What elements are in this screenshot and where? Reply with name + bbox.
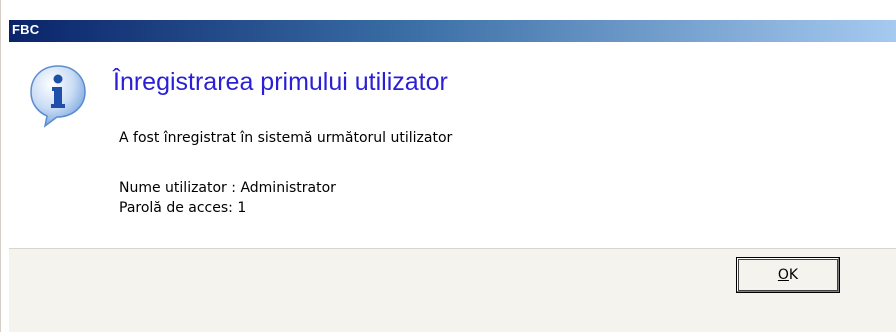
password-separator: : — [228, 200, 238, 216]
password-value: 1 — [237, 200, 247, 216]
username-label: Nume utilizator — [119, 180, 227, 196]
dialog-message: A fost înregistrat în sistemă următorul … — [119, 130, 453, 146]
title-bar[interactable]: FBC — [9, 20, 896, 42]
password-row: Parolă de acces: 1 — [119, 198, 336, 218]
dialog-content: Înregistrarea primului utilizator A fost… — [9, 42, 896, 248]
information-icon — [30, 65, 86, 128]
username-row: Nume utilizator : Administrator — [119, 178, 336, 198]
username-separator: : — [226, 180, 241, 196]
dialog-heading: Înregistrarea primului utilizator — [113, 68, 448, 96]
user-details: Nume utilizator : Administrator Parolă d… — [119, 178, 336, 218]
password-label: Parolă de acces — [119, 200, 229, 216]
ok-button[interactable]: OK — [736, 257, 840, 293]
ok-label-rest: K — [788, 267, 799, 283]
window-title: FBC — [12, 22, 40, 37]
dialog-window: FBC Înregistrarea primului utilizator A … — [0, 0, 896, 332]
username-value: Administrator — [240, 180, 336, 196]
ok-mnemonic: O — [777, 267, 789, 283]
dialog-footer: OK — [9, 248, 896, 332]
